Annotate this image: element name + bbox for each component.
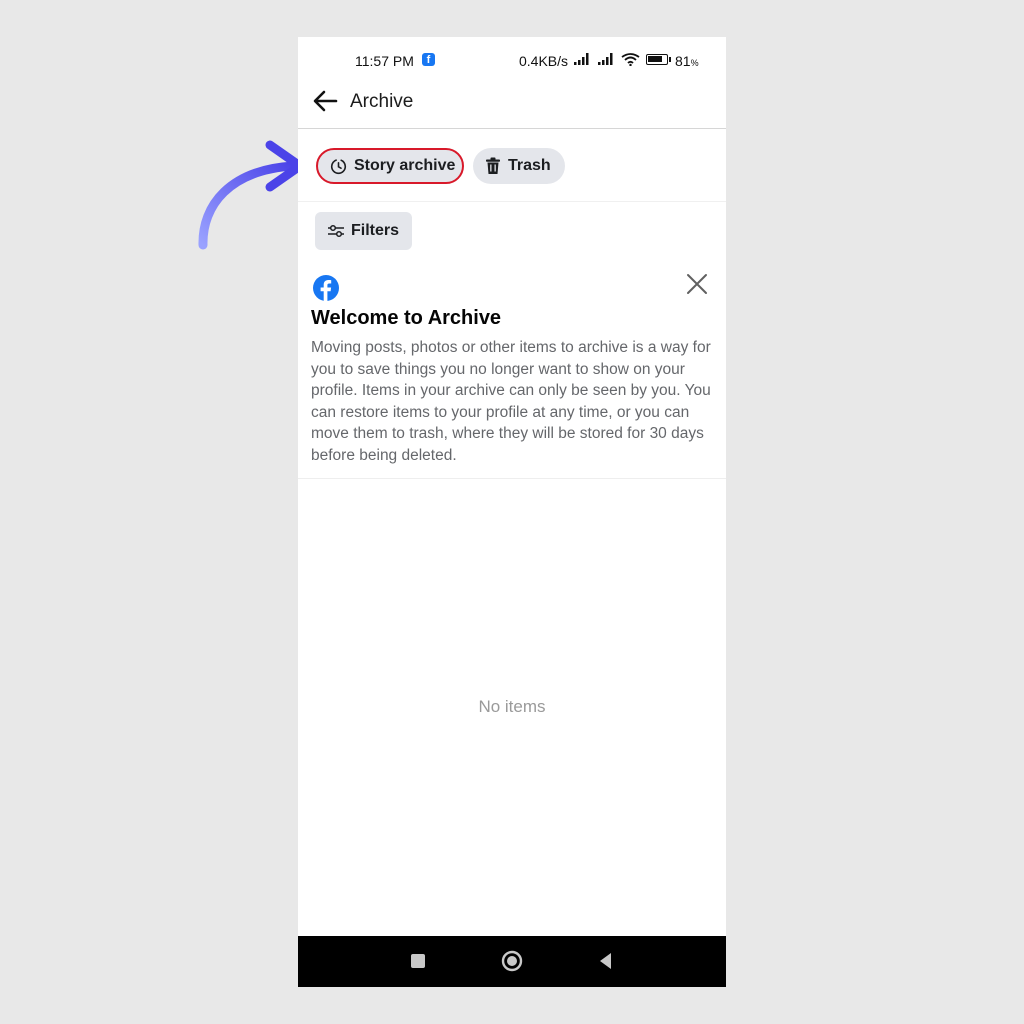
status-time: 11:57 PM	[355, 53, 414, 69]
page-title: Archive	[350, 91, 414, 112]
facebook-logo-icon	[313, 275, 339, 301]
filters-button[interactable]: Filters	[315, 212, 412, 250]
annotation-arrow	[198, 140, 305, 250]
system-nav-bar	[298, 936, 726, 987]
battery-level	[648, 56, 662, 62]
clock-icon	[330, 158, 347, 174]
back-arrow-icon[interactable]	[312, 89, 338, 113]
tab-story-archive-label: Story archive	[354, 157, 456, 174]
back-nav-icon[interactable]	[594, 949, 618, 973]
empty-state-text: No items	[478, 697, 546, 716]
battery-icon	[646, 54, 671, 65]
signal-icon-2	[598, 53, 613, 65]
tab-trash-label: Trash	[508, 157, 551, 174]
recent-apps-icon[interactable]	[406, 949, 430, 973]
close-icon[interactable]	[686, 273, 708, 295]
phone-screen: 11:57 PM f 0.4KB/s 81% Archive Story arc…	[298, 37, 726, 987]
network-speed: 0.4KB/s	[519, 53, 569, 69]
wifi-icon	[621, 53, 640, 66]
welcome-description: Moving posts, photos or other items to a…	[311, 339, 711, 464]
facebook-notification-icon: f	[422, 53, 435, 66]
filters-label: Filters	[351, 222, 400, 239]
welcome-title: Welcome to Archive	[311, 307, 502, 329]
tab-story-archive[interactable]: Story archive	[316, 148, 464, 184]
sliders-icon	[328, 224, 344, 238]
trash-icon	[486, 157, 500, 174]
tab-trash[interactable]: Trash	[473, 148, 565, 184]
divider	[298, 478, 726, 479]
app-header: Archive	[298, 83, 726, 129]
signal-icon	[574, 53, 589, 65]
archive-tabs: Story archive Trash	[298, 129, 726, 202]
status-bar: 11:57 PM f 0.4KB/s 81%	[298, 37, 726, 83]
battery-percent: 81%	[675, 53, 699, 69]
home-icon[interactable]	[500, 949, 524, 973]
